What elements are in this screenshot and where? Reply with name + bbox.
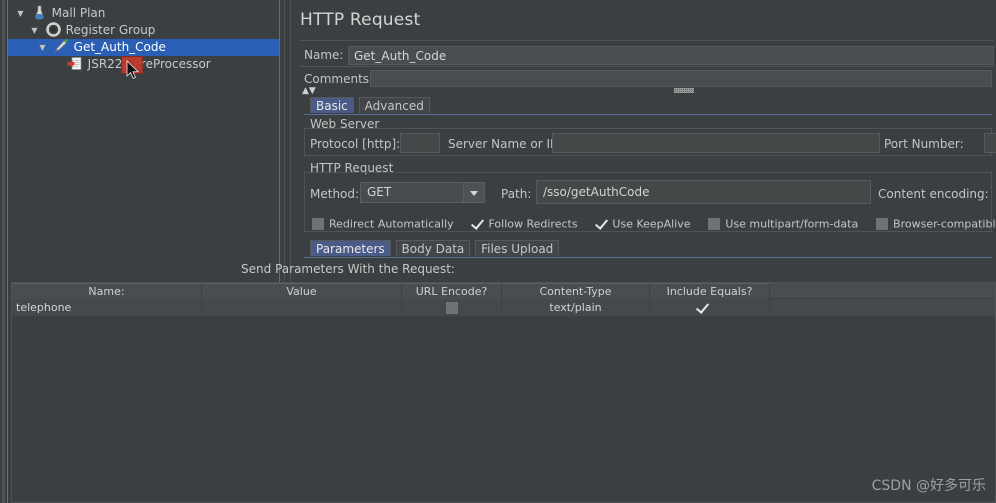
path-input[interactable]: /sso/getAuthCode — [536, 180, 871, 204]
checkbox-box[interactable] — [708, 218, 721, 230]
chevron-down-icon[interactable] — [463, 183, 484, 202]
checkbox-box[interactable] — [876, 218, 889, 230]
table-empty-body — [12, 316, 995, 502]
parameters-tabstrip-underline — [304, 257, 992, 258]
table-row[interactable]: telephone text/plain — [12, 299, 995, 316]
tree-item-label: Register Group — [65, 23, 156, 37]
path-label: Path: — [501, 187, 532, 201]
title-divider — [300, 40, 994, 41]
http-sampler-icon — [53, 39, 70, 54]
table-header-row: Name: Value URL Encode? Content-Type Inc… — [12, 283, 995, 299]
method-value: GET — [367, 185, 392, 199]
test-plan-icon — [31, 5, 48, 20]
server-name-input[interactable] — [552, 133, 880, 153]
mouse-cursor — [126, 60, 140, 80]
tree-item-jsr223-preprocessor[interactable]: JSR223 PreProcessor — [8, 56, 279, 73]
watermark: CSDN @好多可乐 — [871, 478, 986, 494]
comments-label: Comments: — [304, 72, 374, 86]
main-tabstrip[interactable]: Basic Advanced — [310, 97, 431, 114]
name-label: Name: — [304, 48, 344, 62]
horizontal-splitter[interactable]: ▲▼ — [300, 86, 994, 96]
tab-body-data[interactable]: Body Data — [395, 240, 471, 256]
tree-item-mall-plan[interactable]: ▼ Mall Plan — [8, 5, 279, 22]
checkbox-box[interactable] — [595, 218, 607, 230]
parameters-tabstrip[interactable]: Parameters Body Data Files Upload — [310, 240, 560, 257]
checkbox-label: Redirect Automatically — [329, 217, 454, 231]
thread-group-icon — [45, 22, 62, 37]
tree-item-register-group[interactable]: ▼ Register Group — [8, 22, 279, 39]
cell-include-equals[interactable] — [650, 299, 770, 316]
tree-item-label: JSR223 PreProcessor — [87, 57, 211, 71]
checkbox-use-keepalive[interactable]: Use KeepAlive — [595, 217, 690, 231]
checkbox-follow-redirects[interactable]: Follow Redirects — [471, 217, 577, 231]
splitter-arrows-icon[interactable]: ▲▼ — [302, 86, 316, 96]
tab-advanced[interactable]: Advanced — [358, 97, 430, 113]
parameters-table[interactable]: Name: Value URL Encode? Content-Type Inc… — [11, 282, 996, 503]
tree-item-label: Get_Auth_Code — [73, 40, 166, 54]
method-select[interactable]: GET — [360, 182, 485, 203]
port-number-label: Port Number: — [884, 137, 964, 151]
name-input[interactable]: Get_Auth_Code — [348, 46, 994, 65]
checkbox-browser-compatible-headers[interactable]: Browser-compatible headers — [876, 217, 996, 231]
table-header-value[interactable]: Value — [202, 283, 402, 299]
expand-toggle-icon[interactable]: ▼ — [14, 5, 27, 22]
preprocessor-icon — [67, 56, 84, 71]
cell-name[interactable]: telephone — [12, 299, 202, 316]
table-header-include-equals[interactable]: Include Equals? — [650, 283, 770, 299]
name-row: Name: Get_Auth_Code — [300, 46, 994, 65]
tab-parameters[interactable]: Parameters — [310, 240, 391, 256]
checkbox-box[interactable] — [312, 218, 324, 230]
tree-item-label: Mall Plan — [51, 6, 106, 20]
checkbox-label: Use multipart/form-data — [725, 217, 859, 231]
checkbox-label: Use KeepAlive — [612, 217, 691, 231]
checkbox-label: Follow Redirects — [488, 217, 578, 231]
checkbox-box[interactable] — [445, 302, 458, 314]
tabstrip-underline — [304, 114, 992, 115]
cell-url-encode[interactable] — [402, 299, 502, 316]
port-number-input[interactable] — [984, 133, 996, 153]
checkbox-redirect-automatically[interactable]: Redirect Automatically — [312, 217, 454, 231]
checkbox-box[interactable] — [696, 302, 708, 314]
server-name-label: Server Name or IP: — [448, 137, 562, 151]
jmeter-window: ▼ Mall Plan ▼ Register Group ▼ Get_Auth_… — [0, 0, 996, 503]
checkbox-label: Browser-compatible headers — [893, 217, 996, 231]
table-header-name[interactable]: Name: — [12, 283, 202, 299]
tree-item-get-auth-code[interactable]: ▼ Get_Auth_Code — [8, 39, 279, 56]
expand-toggle-icon[interactable]: ▼ — [28, 22, 41, 39]
protocol-label: Protocol [http]: — [310, 137, 401, 151]
table-header-url-encode[interactable]: URL Encode? — [402, 283, 502, 299]
send-parameters-caption: Send Parameters With the Request: — [241, 262, 455, 276]
method-label: Method: — [310, 187, 360, 201]
cell-content-type[interactable]: text/plain — [502, 299, 650, 316]
request-options-row: Redirect Automatically Follow Redirects … — [312, 216, 996, 231]
name-divider — [300, 66, 994, 67]
parameters-panel: Send Parameters With the Request: Name: … — [4, 260, 996, 503]
tab-basic[interactable]: Basic — [310, 97, 354, 113]
expand-toggle-icon[interactable]: ▼ — [36, 39, 49, 56]
cell-value[interactable] — [202, 299, 402, 316]
checkbox-box[interactable] — [471, 218, 483, 230]
page-title: HTTP Request — [300, 10, 421, 30]
checkbox-use-multipart-form-data[interactable]: Use multipart/form-data — [708, 217, 858, 231]
table-header-content-type[interactable]: Content-Type — [502, 283, 650, 299]
tab-files-upload[interactable]: Files Upload — [475, 240, 560, 256]
protocol-input[interactable] — [400, 133, 440, 153]
content-encoding-label: Content encoding: — [878, 187, 989, 201]
path-value: /sso/getAuthCode — [543, 185, 650, 199]
comments-input[interactable] — [370, 70, 992, 87]
horizontal-splitter-grip[interactable] — [674, 88, 694, 93]
